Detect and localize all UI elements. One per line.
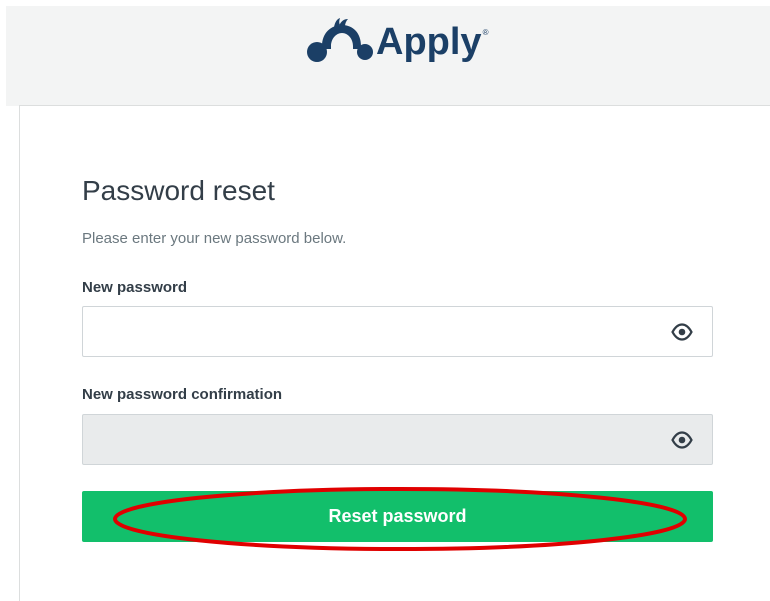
brand: Apply ® [304, 14, 489, 70]
page-subtitle: Please enter your new password below. [82, 230, 347, 247]
monkey-logo-icon [307, 18, 373, 62]
registered-mark: ® [482, 28, 489, 37]
eye-icon[interactable] [671, 430, 693, 450]
page: Apply ® Password reset Please enter your … [0, 0, 770, 601]
new-password-input[interactable] [83, 307, 663, 356]
confirm-password-input[interactable] [83, 415, 663, 464]
new-password-label: New password [82, 279, 188, 296]
brand-name: Apply ® [376, 21, 489, 63]
confirm-password-label: New password confirmation [82, 386, 283, 403]
reset-password-button[interactable]: Reset password [82, 491, 713, 542]
new-password-field [82, 306, 713, 357]
page-title: Password reset [82, 175, 275, 206]
confirm-password-field [82, 414, 713, 465]
eye-icon[interactable] [671, 322, 693, 342]
